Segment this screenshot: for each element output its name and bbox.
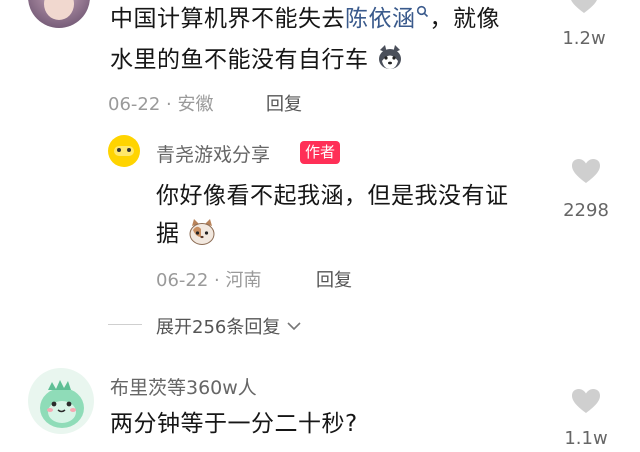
reply-meta: 06-22 · 河南 [156, 270, 262, 291]
like-count: 1.2w [562, 28, 606, 49]
heart-icon [572, 159, 600, 183]
author-avatar[interactable] [108, 135, 140, 167]
husky-emoji-icon [379, 45, 402, 69]
comment-meta: 06-22 · 安徽 [108, 94, 214, 115]
like-button[interactable] [560, 0, 608, 14]
author-name[interactable]: 布里茨等360w人 [110, 373, 257, 400]
like-count: 2298 [563, 200, 609, 221]
expand-replies-button[interactable]: 展开256条回复 [156, 313, 302, 339]
like-button[interactable] [562, 388, 610, 414]
reply-text-line2: 据 [156, 216, 217, 252]
comment-text: 两分钟等于一分二十秒? [110, 411, 358, 437]
dinosaur-avatar-icon [40, 380, 84, 428]
search-icon [416, 5, 428, 18]
mention-link[interactable]: 陈依涵 [345, 5, 430, 32]
avatar[interactable] [28, 368, 94, 434]
reply-button[interactable]: 回复 [266, 90, 302, 116]
cat-emoji-icon [189, 219, 215, 245]
heart-icon [572, 389, 600, 413]
author-name[interactable]: 青尧游戏分享 [156, 140, 270, 167]
like-count: 1.1w [564, 428, 608, 449]
avatar[interactable] [28, 0, 90, 28]
comment-text-line2: 水里的鱼不能没有自行车 [110, 42, 404, 78]
reply-text: 你好像看不起我涵，但是我没有证 [156, 183, 509, 209]
author-badge: 作者 [300, 141, 341, 164]
like-button[interactable] [562, 158, 610, 184]
divider [108, 324, 142, 325]
reply-button[interactable]: 回复 [316, 266, 352, 292]
chevron-down-icon [287, 322, 301, 331]
comment-text: 中国计算机界不能失去陈依涵 ，就像 [110, 5, 500, 32]
heart-icon [571, 0, 597, 13]
